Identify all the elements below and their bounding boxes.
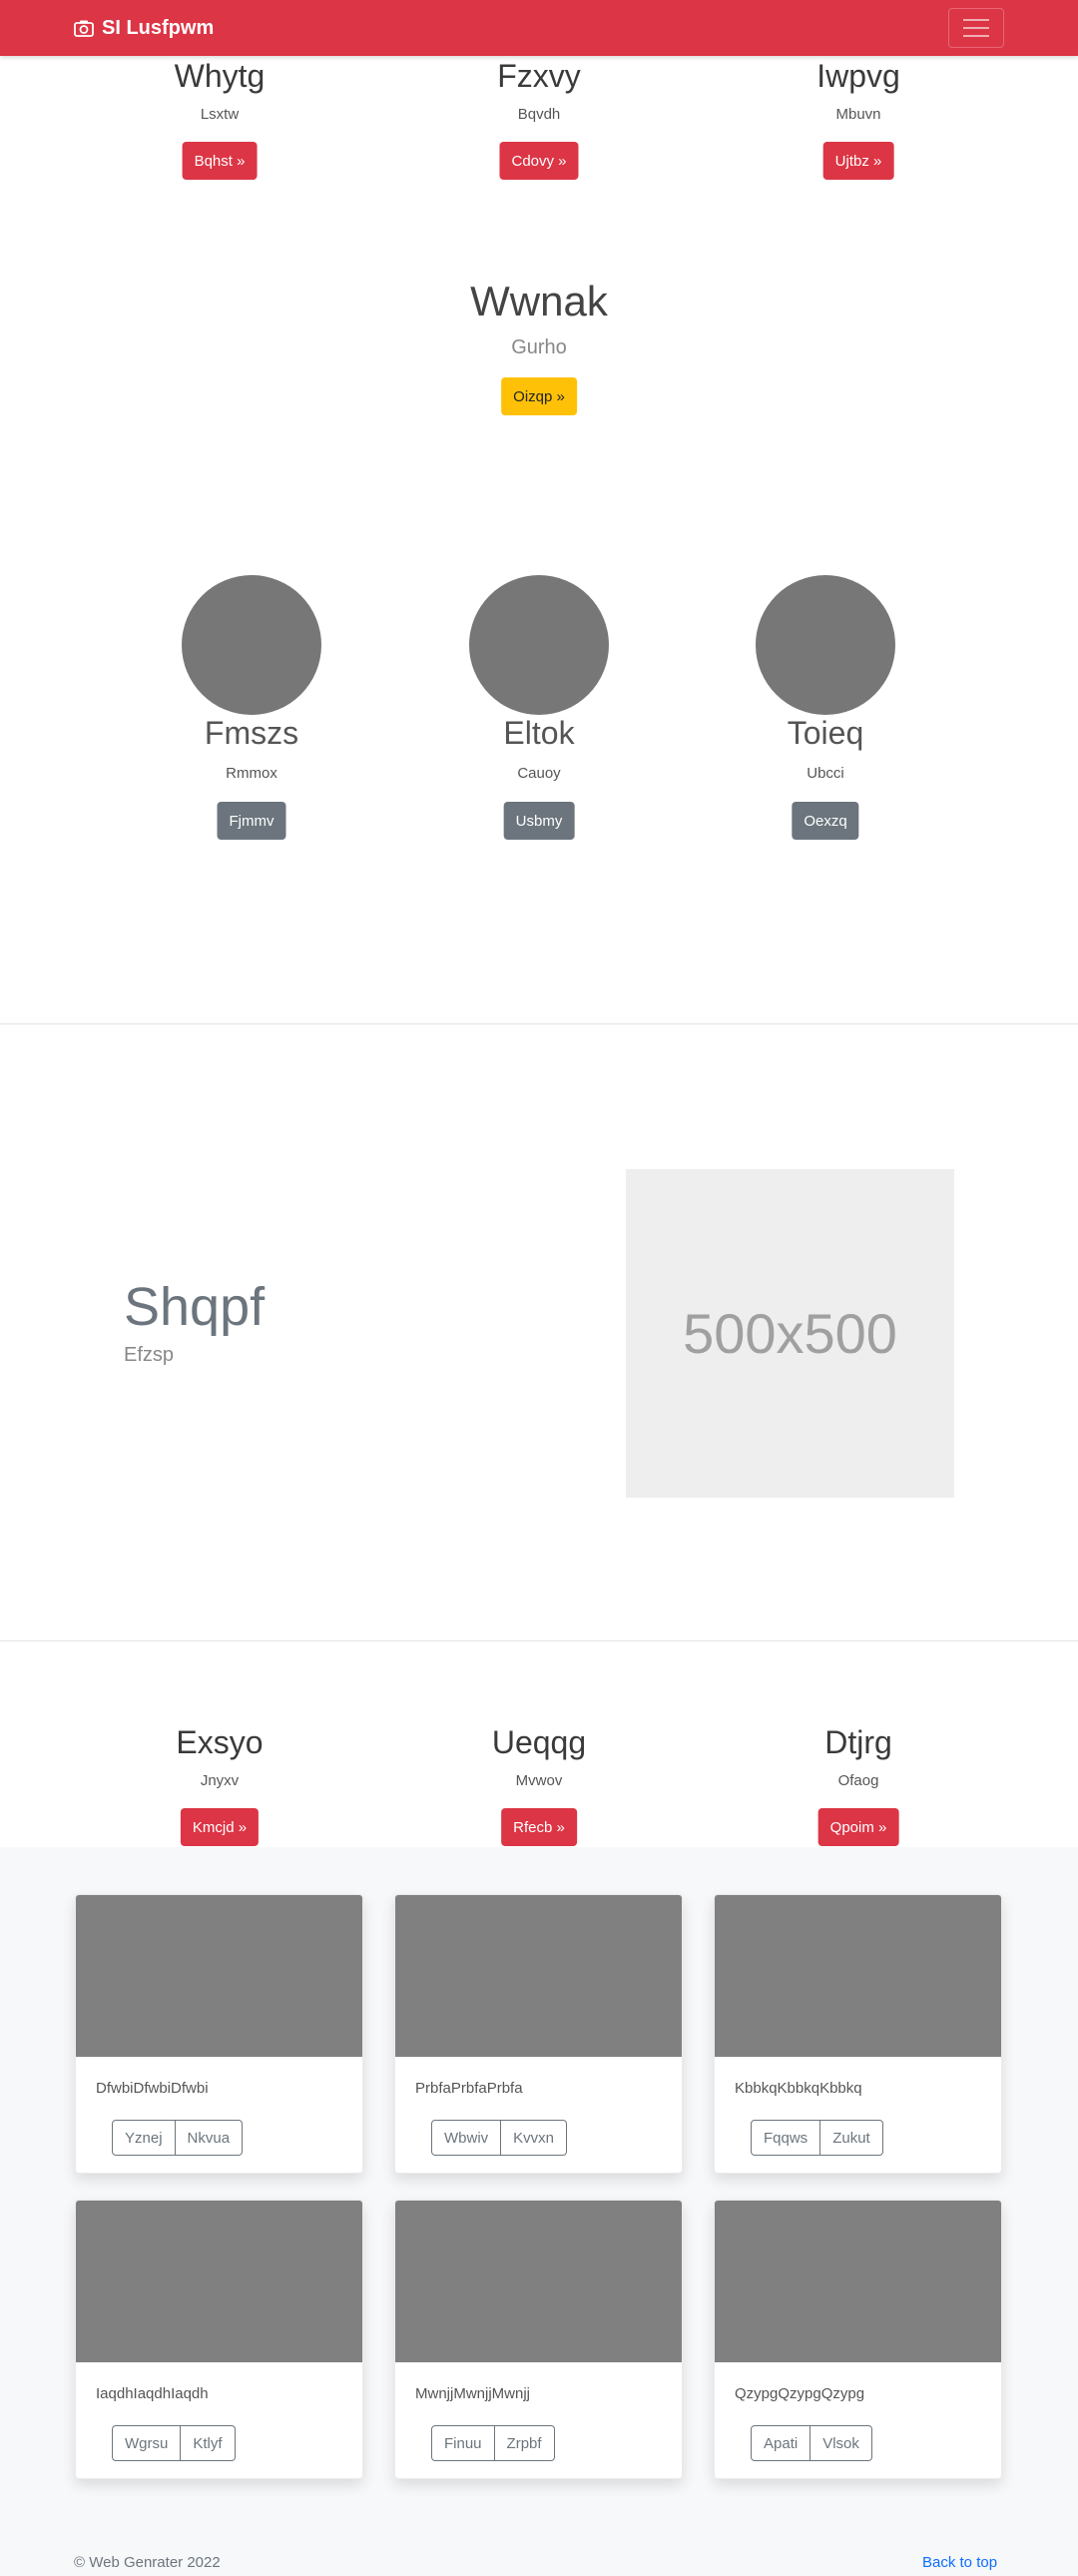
- album-card: KbbkqKbbkqKbbkq Fqqws Zukut: [714, 1894, 1002, 2174]
- navbar-brand[interactable]: SI Lusfpwm: [74, 16, 214, 40]
- card-button-edit[interactable]: Nkvua: [175, 2120, 244, 2156]
- avatar: [469, 575, 609, 715]
- column-heading: Whytg: [174, 58, 266, 94]
- avatar: [182, 575, 321, 715]
- avatar-subtitle: Rmmox: [226, 765, 277, 782]
- center-subtitle: Gurho: [511, 336, 567, 358]
- card-image: [76, 2201, 362, 2362]
- card-button-edit[interactable]: Vlsok: [810, 2425, 872, 2461]
- card-text: PrbfaPrbfaPrbfa: [415, 2080, 523, 2097]
- album-card: PrbfaPrbfaPrbfa Wbwiv Kvvxn: [394, 1894, 683, 2174]
- card-button-group: Fqqws Zukut: [751, 2120, 883, 2156]
- column-subtitle: Mvwov: [515, 1772, 563, 1789]
- column-button[interactable]: Bqhst »: [182, 142, 258, 180]
- column-heading: Iwpvg: [816, 58, 900, 94]
- card-text: KbbkqKbbkqKbbkq: [735, 2080, 862, 2097]
- back-to-top-link[interactable]: Back to top: [922, 2554, 997, 2571]
- card-image: [715, 2201, 1001, 2362]
- feature-image-placeholder: 500x500: [626, 1169, 954, 1498]
- column-subtitle: Bqvdh: [517, 106, 561, 123]
- avatar-subtitle: Ubcci: [807, 765, 844, 782]
- card-button-group: Finuu Zrpbf: [431, 2425, 555, 2461]
- card-image: [395, 2201, 682, 2362]
- card-text: QzypgQzypgQzypg: [735, 2385, 865, 2402]
- column-heading: Ueqqg: [491, 1724, 587, 1760]
- center-heading: Wwnak: [470, 278, 608, 324]
- card-button-view[interactable]: Apati: [751, 2425, 811, 2461]
- column-subtitle: Jnyxv: [200, 1772, 240, 1789]
- brand-label: SI Lusfpwm: [102, 16, 215, 39]
- card-button-group: Yznej Nkvua: [112, 2120, 244, 2156]
- album-card: DfwbiDfwbiDfwbi Yznej Nkvua: [75, 1894, 363, 2174]
- card-text: DfwbiDfwbiDfwbi: [96, 2080, 209, 2097]
- avatar-subtitle: Cauoy: [517, 765, 561, 782]
- card-button-edit[interactable]: Ktlyf: [181, 2425, 236, 2461]
- card-button-edit[interactable]: Kvvxn: [501, 2120, 568, 2156]
- feature-subtitle: Efzsp: [124, 1344, 175, 1366]
- camera-icon: [74, 20, 94, 37]
- card-button-view[interactable]: Fqqws: [751, 2120, 821, 2156]
- card-button-view[interactable]: Wgrsu: [112, 2425, 182, 2461]
- album-card: QzypgQzypgQzypg Apati Vlsok: [714, 2200, 1002, 2479]
- menu-toggle-button[interactable]: [948, 8, 1004, 48]
- card-button-group: Apati Vlsok: [751, 2425, 872, 2461]
- card-image: [76, 1895, 362, 2057]
- card-text: MwnjjMwnjjMwnjj: [415, 2385, 531, 2402]
- divider: [0, 1023, 1078, 1024]
- card-button-group: Wbwiv Kvvxn: [431, 2120, 568, 2156]
- divider: [0, 1640, 1078, 1641]
- column-heading: Fzxvy: [497, 58, 581, 94]
- column-button[interactable]: Qpoim »: [817, 1808, 899, 1846]
- column-subtitle: Mbuvn: [835, 106, 881, 123]
- album-card: MwnjjMwnjjMwnjj Finuu Zrpbf: [394, 2200, 683, 2479]
- navbar: SI Lusfpwm: [0, 0, 1078, 56]
- card-button-edit[interactable]: Zrpbf: [494, 2425, 555, 2461]
- card-button-view[interactable]: Finuu: [431, 2425, 495, 2461]
- footer-copyright: © Web Genrater 2022: [74, 2554, 221, 2571]
- column-button[interactable]: Cdovy »: [499, 142, 579, 180]
- avatar-button[interactable]: Fjmmv: [217, 802, 286, 840]
- avatar-name: Toieq: [787, 715, 864, 751]
- column-heading: Dtjrg: [824, 1724, 892, 1760]
- avatar: [756, 575, 895, 715]
- card-button-group: Wgrsu Ktlyf: [112, 2425, 236, 2461]
- card-image: [715, 1895, 1001, 2057]
- column-subtitle: Lsxtw: [200, 106, 240, 123]
- column-subtitle: Ofaog: [837, 1772, 879, 1789]
- album-card: IaqdhIaqdhIaqdh Wgrsu Ktlyf: [75, 2200, 363, 2479]
- center-button[interactable]: Oizqp »: [501, 377, 577, 415]
- card-button-edit[interactable]: Zukut: [820, 2120, 883, 2156]
- card-button-view[interactable]: Yznej: [112, 2120, 176, 2156]
- column-button[interactable]: Kmcjd »: [180, 1808, 260, 1846]
- column-button[interactable]: Ujtbz »: [822, 142, 894, 180]
- avatar-button[interactable]: Usbmy: [503, 802, 575, 840]
- card-image: [395, 1895, 682, 2057]
- placeholder-label: 500x500: [683, 1302, 897, 1365]
- card-text: IaqdhIaqdhIaqdh: [96, 2385, 209, 2402]
- feature-heading: Shqpf: [124, 1277, 266, 1337]
- avatar-name: Eltok: [503, 715, 575, 751]
- hamburger-icon: [963, 19, 989, 21]
- column-heading: Exsyo: [176, 1724, 264, 1760]
- avatar-name: Fmszs: [204, 715, 299, 751]
- column-button[interactable]: Rfecb »: [501, 1808, 577, 1846]
- avatar-button[interactable]: Oexzq: [792, 802, 859, 840]
- card-button-view[interactable]: Wbwiv: [431, 2120, 502, 2156]
